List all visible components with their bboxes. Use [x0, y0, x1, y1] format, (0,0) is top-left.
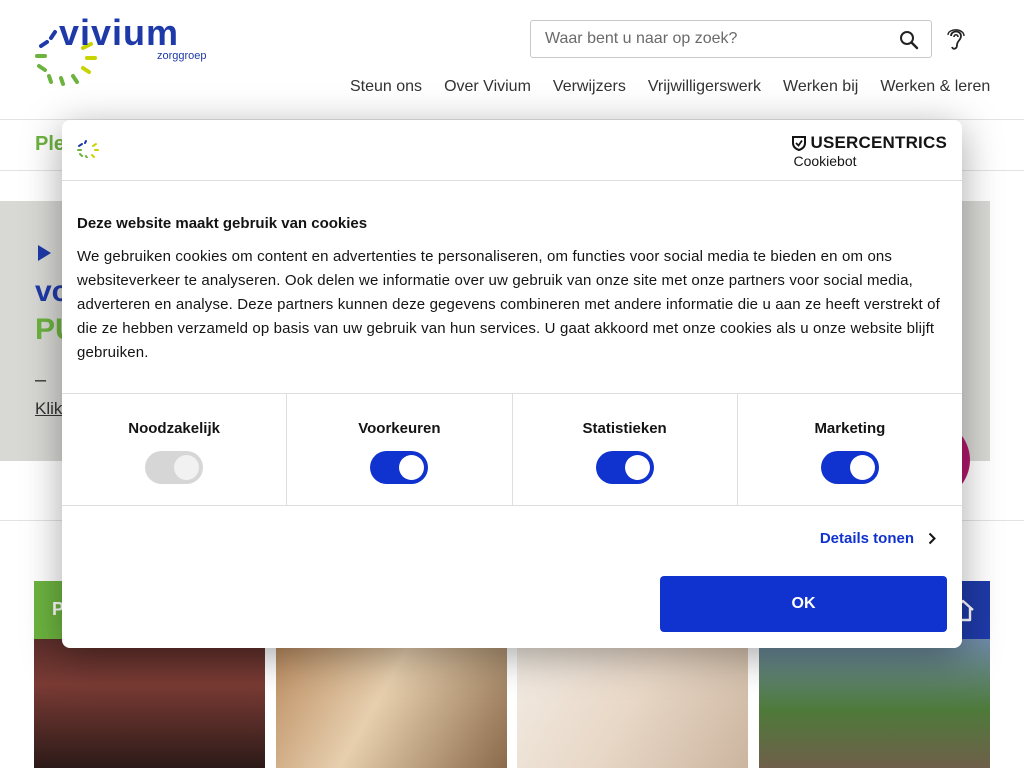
toggle-marketing[interactable] [820, 451, 879, 484]
cookie-dialog-text: We gebruiken cookies om content en adver… [77, 248, 940, 361]
cookie-dialog-header: USERCENTRICS Cookiebot [62, 120, 962, 181]
details-toggle-link[interactable]: Details tonen [820, 530, 936, 547]
toggle-knob [849, 455, 875, 480]
category-label: Voorkeuren [358, 420, 441, 437]
usercentrics-brand: USERCENTRICS [792, 133, 947, 153]
cookie-dialog: USERCENTRICS Cookiebot Deze website maak… [62, 120, 962, 648]
cookiebot-label: Cookiebot [793, 153, 857, 169]
category-label: Marketing [814, 420, 886, 437]
vivium-mini-logo-icon [77, 140, 99, 158]
shield-icon [792, 135, 807, 151]
category-marketing: Marketing [738, 394, 962, 505]
toggle-noodzakelijk [145, 451, 204, 484]
toggle-knob [174, 455, 200, 480]
toggle-knob [399, 455, 425, 480]
toggle-knob [624, 455, 650, 480]
category-label: Noodzakelijk [128, 420, 220, 437]
toggle-statistieken[interactable] [595, 451, 654, 484]
usercentrics-logo: USERCENTRICS Cookiebot [792, 133, 947, 169]
toggle-voorkeuren[interactable] [370, 451, 429, 484]
usercentrics-brand-text: USERCENTRICS [810, 133, 947, 152]
ok-button[interactable]: OK [660, 576, 947, 632]
cookie-dialog-body: Deze website maakt gebruik van cookies W… [77, 215, 947, 365]
cookie-categories: Noodzakelijk Voorkeuren Statistieken Mar… [62, 393, 962, 506]
cookie-dialog-title: Deze website maakt gebruik van cookies [77, 215, 368, 232]
cookie-overlay: USERCENTRICS Cookiebot Deze website maak… [0, 0, 1024, 768]
category-voorkeuren: Voorkeuren [287, 394, 513, 505]
category-statistieken: Statistieken [513, 394, 738, 505]
category-noodzakelijk: Noodzakelijk [62, 394, 288, 505]
category-label: Statistieken [582, 420, 667, 437]
chevron-right-icon [928, 532, 936, 545]
details-label: Details tonen [819, 530, 914, 547]
